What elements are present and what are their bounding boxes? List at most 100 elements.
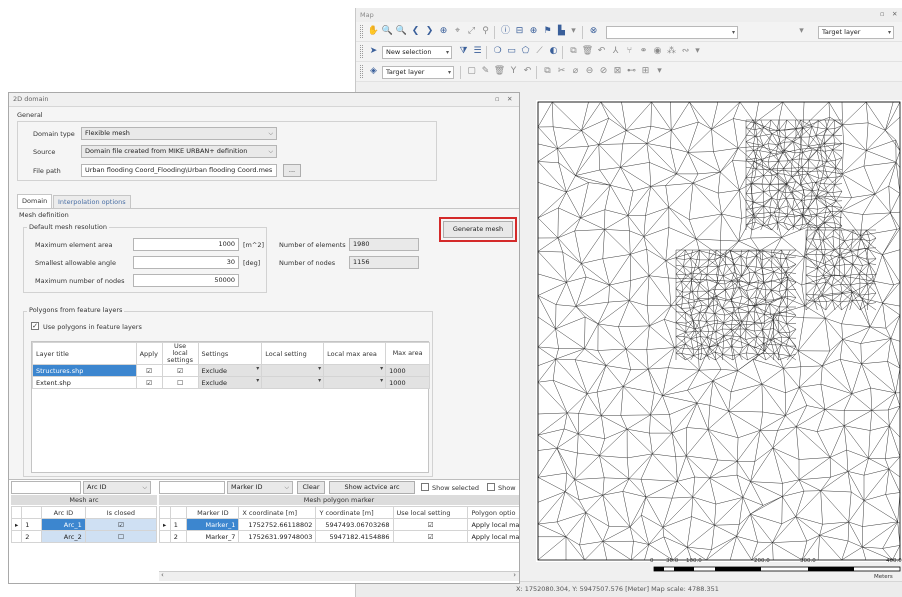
show-selected-checkbox[interactable] <box>421 483 429 491</box>
undo-edit-icon[interactable]: ↶ <box>522 66 533 77</box>
attribute-table-icon[interactable]: ☰ <box>472 46 483 57</box>
min-angle-input[interactable]: 30 <box>133 256 239 269</box>
chart-dropdown-icon[interactable]: ▾ <box>568 26 579 37</box>
dropdown-arrow-icon[interactable]: ▾ <box>796 26 807 37</box>
col-layer-title[interactable]: Layer title <box>32 342 137 365</box>
network-icon[interactable]: ⑂ <box>624 46 635 57</box>
col-x-coordinate[interactable]: X coordinate [m] <box>238 506 317 519</box>
delete-icon[interactable]: 🗑 <box>582 46 593 57</box>
cell-apply-checkbox[interactable]: ☑ <box>135 376 163 389</box>
cell-local-max-area-select[interactable] <box>323 376 387 389</box>
table-row[interactable]: ▸ 1 Marker_1 1752752.66118802 5947493.06… <box>159 518 519 531</box>
domain-type-select[interactable]: Flexible mesh ⌵ <box>81 127 277 140</box>
zoom-in-icon[interactable]: 🔍 <box>382 26 393 37</box>
col-local-max-area[interactable]: Local max area <box>323 342 387 365</box>
cell-local-checkbox[interactable]: ☑ <box>161 364 199 377</box>
cell-use-local-setting[interactable]: ☑ <box>392 518 469 531</box>
table-row[interactable]: Structures.shp ☑ ☑ Exclude 1000 <box>32 364 430 377</box>
col-settings[interactable]: Settings <box>197 342 263 365</box>
vertex-icon[interactable]: Y <box>508 66 519 77</box>
new-feature-icon[interactable]: ▢ <box>466 66 477 77</box>
location-icon[interactable]: ⊗ <box>588 26 599 37</box>
cut-icon[interactable]: ✂ <box>556 66 567 77</box>
cell-max-area[interactable]: 1000 <box>385 376 430 389</box>
scroll-left-icon[interactable]: ‹ <box>161 571 164 579</box>
horizontal-scrollbar[interactable]: ‹ › <box>159 571 519 581</box>
arc-search-input[interactable] <box>11 481 81 494</box>
cell-layer-title[interactable]: Structures.shp <box>32 364 137 377</box>
cell-apply-checkbox[interactable]: ☑ <box>135 364 163 377</box>
zoom-out-icon[interactable]: 🔍 <box>396 26 407 37</box>
cell-settings-select[interactable]: Exclude <box>197 364 263 377</box>
file-path-input[interactable]: Urban flooding Coord_Flooding\Urban floo… <box>81 164 277 177</box>
cell-local-setting-select[interactable] <box>261 376 325 389</box>
merge-icon[interactable]: ⧉ <box>542 66 553 77</box>
col-y-coordinate[interactable]: Y coordinate [m] <box>315 506 394 519</box>
col-max-area[interactable]: Max area <box>385 342 430 365</box>
col-local-setting[interactable]: Local setting <box>261 342 325 365</box>
table-row[interactable]: Extent.shp ☑ ☐ Exclude 1000 <box>32 376 430 389</box>
reshape-icon[interactable]: ⌀ <box>570 66 581 77</box>
select-circle-icon[interactable]: ◐ <box>548 46 559 57</box>
cell-polygon-option[interactable]: Apply local ma <box>467 518 519 531</box>
cell-settings-select[interactable]: Exclude <box>197 376 263 389</box>
link-edit-icon[interactable]: ⊷ <box>626 66 637 77</box>
max-area-input[interactable]: 1000 <box>133 238 239 251</box>
cell-x[interactable]: 1752752.66118802 <box>238 518 317 531</box>
back-icon[interactable]: ❮ <box>410 26 421 37</box>
pencil-icon[interactable]: ✎ <box>480 66 491 77</box>
generate-mesh-button[interactable]: Generate mesh <box>443 221 513 238</box>
pin-icon[interactable]: ▫ <box>880 10 884 18</box>
select-polygon-icon[interactable]: ❍ <box>492 46 503 57</box>
tab-domain[interactable]: Domain <box>17 194 53 208</box>
chart-icon[interactable]: ▙ <box>556 26 567 37</box>
marker-field-select[interactable]: Marker ID ⌵ <box>227 481 293 494</box>
cell-arc-id[interactable]: Arc_1 <box>41 518 86 531</box>
col-use-local-settings[interactable]: Use local settings <box>161 342 199 365</box>
edit-node-icon[interactable]: ⅄ <box>610 46 621 57</box>
cell-arc-id[interactable]: Arc_2 <box>41 530 86 543</box>
box-icon[interactable]: ⊠ <box>612 66 623 77</box>
toolbar-grip[interactable] <box>360 65 363 78</box>
cell-use-local-setting[interactable]: ☑ <box>392 530 469 543</box>
undo-icon[interactable]: ↶ <box>596 46 607 57</box>
join-icon[interactable]: ⊘ <box>598 66 609 77</box>
measure-icon[interactable]: ⊟ <box>514 26 525 37</box>
target-layer-dropdown-2[interactable]: Target layer ▾ <box>382 66 454 79</box>
globe-icon[interactable]: ⊕ <box>528 26 539 37</box>
trash-icon[interactable]: 🗑 <box>494 66 505 77</box>
table-row[interactable]: ▸ 1 Arc_1 ☑ <box>10 518 158 531</box>
col-apply[interactable]: Apply <box>135 342 163 365</box>
cell-polygon-option[interactable]: Apply local ma <box>467 530 519 543</box>
clear-button[interactable]: Clear <box>297 481 325 494</box>
col-use-local-setting[interactable]: Use local setting <box>392 506 469 519</box>
select-by-attribute-icon[interactable]: ⧩ <box>458 46 469 57</box>
tab-interpolation-options[interactable]: Interpolation options <box>53 195 131 208</box>
split-icon[interactable]: ⊖ <box>584 66 595 77</box>
cell-x[interactable]: 1752631.99748003 <box>238 530 317 543</box>
map-tool-dropdown[interactable]: ▾ <box>606 26 738 39</box>
arc-field-select[interactable]: Arc ID ⌵ <box>83 481 151 494</box>
use-polygons-checkbox[interactable]: ✓ <box>31 322 39 330</box>
toolbar-grip[interactable] <box>360 25 363 38</box>
copy-icon[interactable]: ⧉ <box>568 46 579 57</box>
full-extent-icon[interactable]: ⊕ <box>438 26 449 37</box>
pan-icon[interactable]: ✋ <box>368 26 379 37</box>
cell-y[interactable]: 5947182.4154886 <box>315 530 394 543</box>
cell-y[interactable]: 5947493.06703268 <box>315 518 394 531</box>
grid-icon[interactable]: ⊞ <box>640 66 651 77</box>
cell-local-setting-select[interactable] <box>261 364 325 377</box>
table-row[interactable]: 2 Marker_7 1752631.99748003 5947182.4154… <box>159 530 519 543</box>
link-icon[interactable]: ⚭ <box>638 46 649 57</box>
close-icon[interactable]: ✕ <box>892 10 897 18</box>
table-row[interactable]: 2 Arc_2 ☐ <box>10 530 158 543</box>
layers-icon[interactable]: ◈ <box>368 66 379 77</box>
dialog-pin-icon[interactable]: ▫ <box>495 93 499 106</box>
selection-mode-dropdown[interactable]: New selection ▾ <box>382 46 452 59</box>
trace-icon[interactable]: ⁂ <box>666 46 677 57</box>
cell-marker-id[interactable]: Marker_7 <box>186 530 240 543</box>
source-select[interactable]: Domain file created from MIKE URBAN+ def… <box>81 145 277 158</box>
cell-layer-title[interactable]: Extent.shp <box>32 376 137 389</box>
select-arrow-icon[interactable]: ➤ <box>368 46 379 57</box>
col-marker-id[interactable]: Marker ID <box>186 506 240 519</box>
